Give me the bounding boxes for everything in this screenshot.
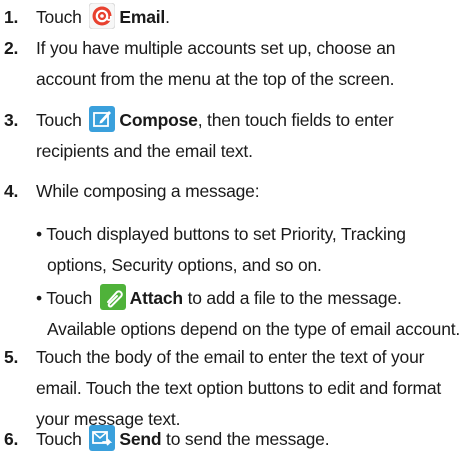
step-text-end: to send the message.	[166, 429, 330, 449]
bullet-item: • Touch displayed buttons to set Priorit…	[36, 219, 466, 281]
step-text-line: While composing a message:	[36, 181, 260, 201]
step-6: 6. Touch Send to send the message.	[4, 424, 466, 455]
step-text-line: If you have multiple accounts set up, ch…	[36, 38, 396, 58]
step-text: Touch	[36, 429, 82, 449]
step-number: 1.	[4, 7, 19, 27]
compose-label: Compose	[119, 110, 198, 130]
attach-icon	[99, 284, 126, 310]
step-text-line: recipients and the email text.	[36, 141, 253, 161]
step-text-line: email. Touch the text option buttons to …	[36, 378, 442, 398]
email-icon	[89, 3, 116, 29]
attach-label: Attach	[129, 288, 183, 308]
step-text-end: .	[165, 7, 170, 27]
step-number: 6.	[4, 429, 19, 449]
step-number: 5.	[4, 347, 19, 367]
send-label: Send	[119, 429, 162, 449]
bullet-text-end: to add a file to the message.	[187, 288, 402, 308]
bullet-text: • Touch	[36, 288, 92, 308]
step-number: 4.	[4, 181, 19, 201]
step-text-end: , then touch fields to enter	[197, 110, 394, 130]
bullet-item: • Touch Attach to add a file to the mess…	[36, 283, 466, 345]
step-5: 5. Touch the body of the email to enter …	[4, 342, 466, 435]
step-4: 4. While composing a message:	[4, 176, 466, 207]
step-1: 1. Touch Email.	[4, 2, 466, 33]
send-icon	[89, 425, 116, 451]
step-number: 2.	[4, 38, 19, 58]
step-text-line: account from the menu at the top of the …	[36, 69, 395, 89]
bullet-text-line: Available options depend on the type of …	[47, 319, 461, 339]
bullet-text-line: • Touch displayed buttons to set Priorit…	[36, 224, 406, 244]
compose-icon	[89, 106, 116, 132]
email-label: Email	[119, 7, 166, 27]
step-text: Touch	[36, 7, 82, 27]
step-number: 3.	[4, 110, 19, 130]
step-text-line: Touch the body of the email to enter the…	[36, 347, 425, 367]
step-2: 2. If you have multiple accounts set up,…	[4, 33, 466, 95]
step-3: 3. Touch Compose, then touch fields to e…	[4, 105, 466, 167]
bullet-text-line: options, Security options, and so on.	[47, 255, 322, 275]
step-text: Touch	[36, 110, 82, 130]
